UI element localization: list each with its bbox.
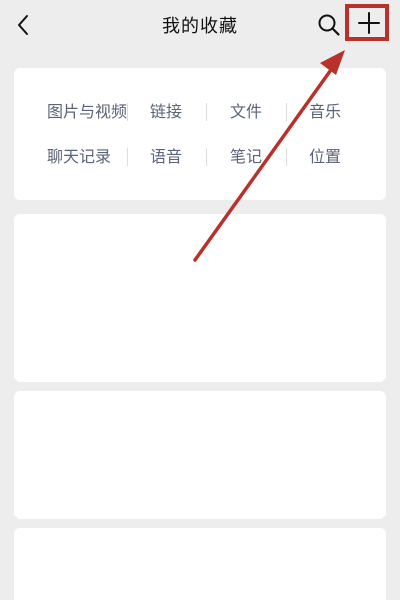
card-notch xyxy=(382,516,390,530)
category-voice[interactable]: 语音 xyxy=(150,143,182,171)
search-button[interactable] xyxy=(314,9,344,41)
category-divider xyxy=(206,103,207,121)
add-button-highlight xyxy=(345,4,389,41)
favorite-item-card[interactable] xyxy=(14,391,386,519)
nav-bar: 我的收藏 xyxy=(0,0,400,52)
category-grid: 图片与视频 链接 文件 音乐 聊天记录 语音 笔记 位置 xyxy=(14,68,386,200)
favorite-item-card[interactable] xyxy=(14,214,386,382)
category-photos-videos[interactable]: 图片与视频 xyxy=(47,98,127,126)
category-divider xyxy=(127,148,128,166)
card-notch xyxy=(10,379,18,393)
chevron-left-icon xyxy=(18,15,28,35)
category-divider xyxy=(206,148,207,166)
card-notch xyxy=(382,379,390,393)
category-divider xyxy=(286,148,287,166)
category-divider xyxy=(286,103,287,121)
category-files[interactable]: 文件 xyxy=(230,98,262,126)
category-notes[interactable]: 笔记 xyxy=(230,143,262,171)
search-icon xyxy=(318,14,340,36)
category-music[interactable]: 音乐 xyxy=(309,98,341,126)
category-links[interactable]: 链接 xyxy=(150,98,182,126)
favorite-item-card[interactable] xyxy=(14,528,386,600)
category-divider xyxy=(127,103,128,121)
back-button[interactable] xyxy=(8,8,38,42)
category-location[interactable]: 位置 xyxy=(309,143,341,171)
card-notch xyxy=(10,516,18,530)
favorites-screen: 我的收藏 图片与视频 链接 文件 音乐 聊天记录 语音 笔记 位置 xyxy=(0,0,400,600)
category-chat-history[interactable]: 聊天记录 xyxy=(47,143,111,171)
